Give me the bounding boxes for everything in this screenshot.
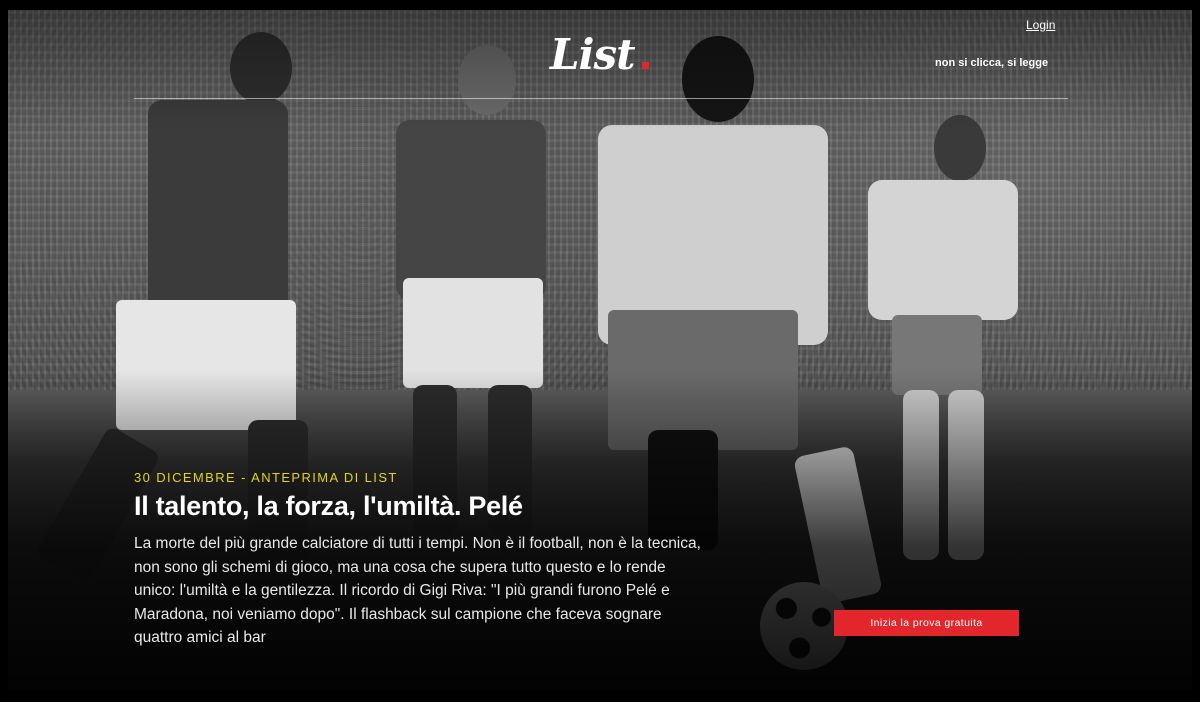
logo-dot bbox=[642, 62, 649, 69]
article-kicker: 30 DICEMBRE - ANTEPRIMA DI LIST bbox=[134, 470, 398, 485]
free-trial-button[interactable]: Inizia la prova gratuita bbox=[834, 610, 1019, 636]
header-divider bbox=[134, 98, 1068, 99]
login-link[interactable]: Login bbox=[1026, 18, 1055, 32]
article-summary: La morte del più grande calciatore di tu… bbox=[134, 535, 701, 646]
article-headline[interactable]: Il talento, la forza, l'umiltà. Pelé bbox=[134, 491, 523, 522]
hero-section: Login List non si clicca, si legge 30 DI… bbox=[8, 10, 1192, 690]
site-tagline: non si clicca, si legge bbox=[935, 57, 1049, 69]
site-logo[interactable]: List bbox=[550, 30, 636, 79]
